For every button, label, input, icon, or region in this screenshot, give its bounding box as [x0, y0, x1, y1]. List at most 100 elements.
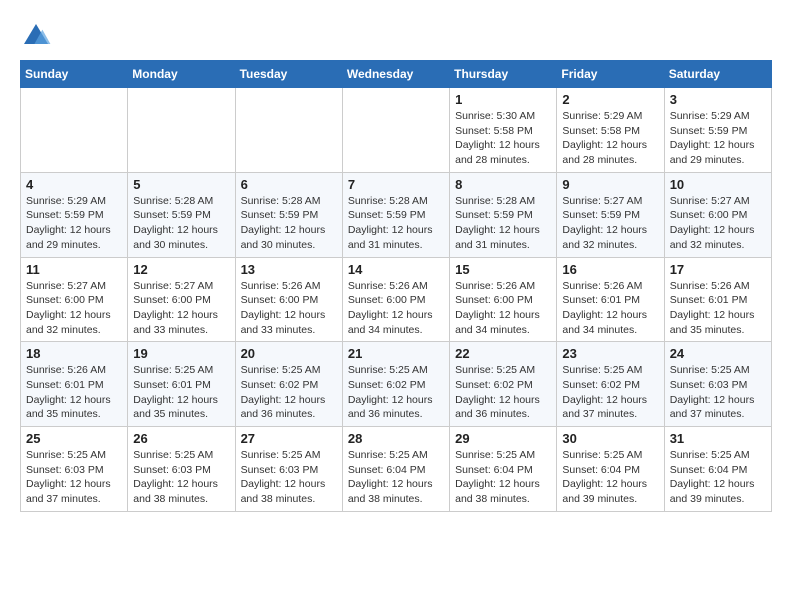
calendar-day-cell: 7Sunrise: 5:28 AM Sunset: 5:59 PM Daylig…: [342, 172, 449, 257]
day-number: 15: [455, 262, 551, 277]
day-number: 20: [241, 346, 337, 361]
day-number: 6: [241, 177, 337, 192]
weekday-header-cell: Wednesday: [342, 61, 449, 88]
calendar-day-cell: 10 Sunrise: 5:27 AM Sunset: 6:00 PM Dayli…: [664, 172, 771, 257]
calendar-day-cell: 20 Sunrise: 5:25 AM Sunset: 6:02 PM Dayli…: [235, 342, 342, 427]
day-info: Sunrise: 5:25 AM Sunset: 6:02 PM Dayligh…: [562, 363, 658, 422]
calendar-day-cell: 18 Sunrise: 5:26 AM Sunset: 6:01 PM Dayli…: [21, 342, 128, 427]
calendar-day-cell: 28 Sunrise: 5:25 AM Sunset: 6:04 PM Dayli…: [342, 427, 449, 512]
day-info: Sunrise: 5:25 AM Sunset: 6:04 PM Dayligh…: [562, 448, 658, 507]
calendar-day-cell: 31 Sunrise: 5:25 AM Sunset: 6:04 PM Dayli…: [664, 427, 771, 512]
day-number: 26: [133, 431, 229, 446]
calendar-day-cell: 8Sunrise: 5:28 AM Sunset: 5:59 PM Daylig…: [450, 172, 557, 257]
day-number: 17: [670, 262, 766, 277]
day-number: 30: [562, 431, 658, 446]
calendar-day-cell: 11 Sunrise: 5:27 AM Sunset: 6:00 PM Dayli…: [21, 257, 128, 342]
day-info: Sunrise: 5:25 AM Sunset: 6:03 PM Dayligh…: [133, 448, 229, 507]
day-info: Sunrise: 5:25 AM Sunset: 6:02 PM Dayligh…: [241, 363, 337, 422]
day-number: 28: [348, 431, 444, 446]
day-number: 22: [455, 346, 551, 361]
day-number: 14: [348, 262, 444, 277]
day-number: 21: [348, 346, 444, 361]
day-number: 11: [26, 262, 122, 277]
day-info: Sunrise: 5:27 AM Sunset: 6:00 PM Dayligh…: [133, 279, 229, 338]
day-number: 27: [241, 431, 337, 446]
weekday-header-cell: Monday: [128, 61, 235, 88]
day-number: 29: [455, 431, 551, 446]
calendar-day-cell: 27 Sunrise: 5:25 AM Sunset: 6:03 PM Dayli…: [235, 427, 342, 512]
day-number: 10: [670, 177, 766, 192]
day-info: Sunrise: 5:25 AM Sunset: 6:02 PM Dayligh…: [455, 363, 551, 422]
calendar-body: 1Sunrise: 5:30 AM Sunset: 5:58 PM Daylig…: [21, 88, 772, 512]
day-number: 2: [562, 92, 658, 107]
day-info: Sunrise: 5:29 AM Sunset: 5:59 PM Dayligh…: [26, 194, 122, 253]
calendar-day-cell: 25 Sunrise: 5:25 AM Sunset: 6:03 PM Dayli…: [21, 427, 128, 512]
calendar-day-cell: 22 Sunrise: 5:25 AM Sunset: 6:02 PM Dayli…: [450, 342, 557, 427]
calendar-day-cell: 14 Sunrise: 5:26 AM Sunset: 6:00 PM Dayli…: [342, 257, 449, 342]
calendar-day-cell: 29 Sunrise: 5:25 AM Sunset: 6:04 PM Dayli…: [450, 427, 557, 512]
day-info: Sunrise: 5:26 AM Sunset: 6:01 PM Dayligh…: [26, 363, 122, 422]
calendar-week-row: 1Sunrise: 5:30 AM Sunset: 5:58 PM Daylig…: [21, 88, 772, 173]
weekday-header-cell: Tuesday: [235, 61, 342, 88]
calendar-day-cell: 9 Sunrise: 5:27 AM Sunset: 5:59 PM Daylig…: [557, 172, 664, 257]
day-info: Sunrise: 5:25 AM Sunset: 6:04 PM Dayligh…: [455, 448, 551, 507]
weekday-header-cell: Saturday: [664, 61, 771, 88]
calendar-day-cell: 23 Sunrise: 5:25 AM Sunset: 6:02 PM Dayli…: [557, 342, 664, 427]
weekday-header-cell: Sunday: [21, 61, 128, 88]
calendar-day-cell: 2Sunrise: 5:29 AM Sunset: 5:58 PM Daylig…: [557, 88, 664, 173]
calendar-week-row: 11 Sunrise: 5:27 AM Sunset: 6:00 PM Dayli…: [21, 257, 772, 342]
day-number: 23: [562, 346, 658, 361]
calendar-day-cell: 1Sunrise: 5:30 AM Sunset: 5:58 PM Daylig…: [450, 88, 557, 173]
day-info: Sunrise: 5:25 AM Sunset: 6:01 PM Dayligh…: [133, 363, 229, 422]
calendar-week-row: 18 Sunrise: 5:26 AM Sunset: 6:01 PM Dayli…: [21, 342, 772, 427]
calendar-day-cell: 16 Sunrise: 5:26 AM Sunset: 6:01 PM Dayli…: [557, 257, 664, 342]
logo-icon: [20, 20, 52, 52]
calendar-day-cell: 12 Sunrise: 5:27 AM Sunset: 6:00 PM Dayli…: [128, 257, 235, 342]
logo: [20, 20, 56, 52]
day-number: 7: [348, 177, 444, 192]
calendar-day-cell: 26 Sunrise: 5:25 AM Sunset: 6:03 PM Dayli…: [128, 427, 235, 512]
day-number: 9: [562, 177, 658, 192]
day-info: Sunrise: 5:27 AM Sunset: 6:00 PM Dayligh…: [670, 194, 766, 253]
day-number: 13: [241, 262, 337, 277]
calendar-day-cell: [342, 88, 449, 173]
day-info: Sunrise: 5:25 AM Sunset: 6:03 PM Dayligh…: [670, 363, 766, 422]
day-number: 8: [455, 177, 551, 192]
calendar-day-cell: 17Sunrise: 5:26 AM Sunset: 6:01 PM Dayli…: [664, 257, 771, 342]
page-header: [20, 20, 772, 52]
weekday-header-row: SundayMondayTuesdayWednesdayThursdayFrid…: [21, 61, 772, 88]
weekday-header-cell: Friday: [557, 61, 664, 88]
day-info: Sunrise: 5:25 AM Sunset: 6:03 PM Dayligh…: [26, 448, 122, 507]
day-number: 1: [455, 92, 551, 107]
day-number: 12: [133, 262, 229, 277]
calendar-week-row: 4 Sunrise: 5:29 AM Sunset: 5:59 PM Daylig…: [21, 172, 772, 257]
weekday-header-cell: Thursday: [450, 61, 557, 88]
day-number: 18: [26, 346, 122, 361]
day-number: 4: [26, 177, 122, 192]
day-number: 3: [670, 92, 766, 107]
day-info: Sunrise: 5:27 AM Sunset: 5:59 PM Dayligh…: [562, 194, 658, 253]
day-info: Sunrise: 5:27 AM Sunset: 6:00 PM Dayligh…: [26, 279, 122, 338]
calendar-day-cell: [21, 88, 128, 173]
calendar-table: SundayMondayTuesdayWednesdayThursdayFrid…: [20, 60, 772, 512]
day-info: Sunrise: 5:25 AM Sunset: 6:04 PM Dayligh…: [348, 448, 444, 507]
calendar-day-cell: 21 Sunrise: 5:25 AM Sunset: 6:02 PM Dayli…: [342, 342, 449, 427]
day-info: Sunrise: 5:25 AM Sunset: 6:04 PM Dayligh…: [670, 448, 766, 507]
day-number: 24: [670, 346, 766, 361]
calendar-day-cell: 30 Sunrise: 5:25 AM Sunset: 6:04 PM Dayli…: [557, 427, 664, 512]
day-info: Sunrise: 5:28 AM Sunset: 5:59 PM Dayligh…: [241, 194, 337, 253]
day-info: Sunrise: 5:26 AM Sunset: 6:00 PM Dayligh…: [348, 279, 444, 338]
day-number: 25: [26, 431, 122, 446]
day-number: 16: [562, 262, 658, 277]
calendar-day-cell: 19Sunrise: 5:25 AM Sunset: 6:01 PM Dayli…: [128, 342, 235, 427]
calendar-day-cell: 6 Sunrise: 5:28 AM Sunset: 5:59 PM Daylig…: [235, 172, 342, 257]
day-info: Sunrise: 5:29 AM Sunset: 5:59 PM Dayligh…: [670, 109, 766, 168]
day-info: Sunrise: 5:26 AM Sunset: 6:01 PM Dayligh…: [562, 279, 658, 338]
calendar-day-cell: 24 Sunrise: 5:25 AM Sunset: 6:03 PM Dayli…: [664, 342, 771, 427]
day-info: Sunrise: 5:25 AM Sunset: 6:02 PM Dayligh…: [348, 363, 444, 422]
calendar-week-row: 25 Sunrise: 5:25 AM Sunset: 6:03 PM Dayli…: [21, 427, 772, 512]
day-info: Sunrise: 5:25 AM Sunset: 6:03 PM Dayligh…: [241, 448, 337, 507]
calendar-day-cell: 13 Sunrise: 5:26 AM Sunset: 6:00 PM Dayli…: [235, 257, 342, 342]
day-info: Sunrise: 5:26 AM Sunset: 6:00 PM Dayligh…: [241, 279, 337, 338]
day-number: 31: [670, 431, 766, 446]
